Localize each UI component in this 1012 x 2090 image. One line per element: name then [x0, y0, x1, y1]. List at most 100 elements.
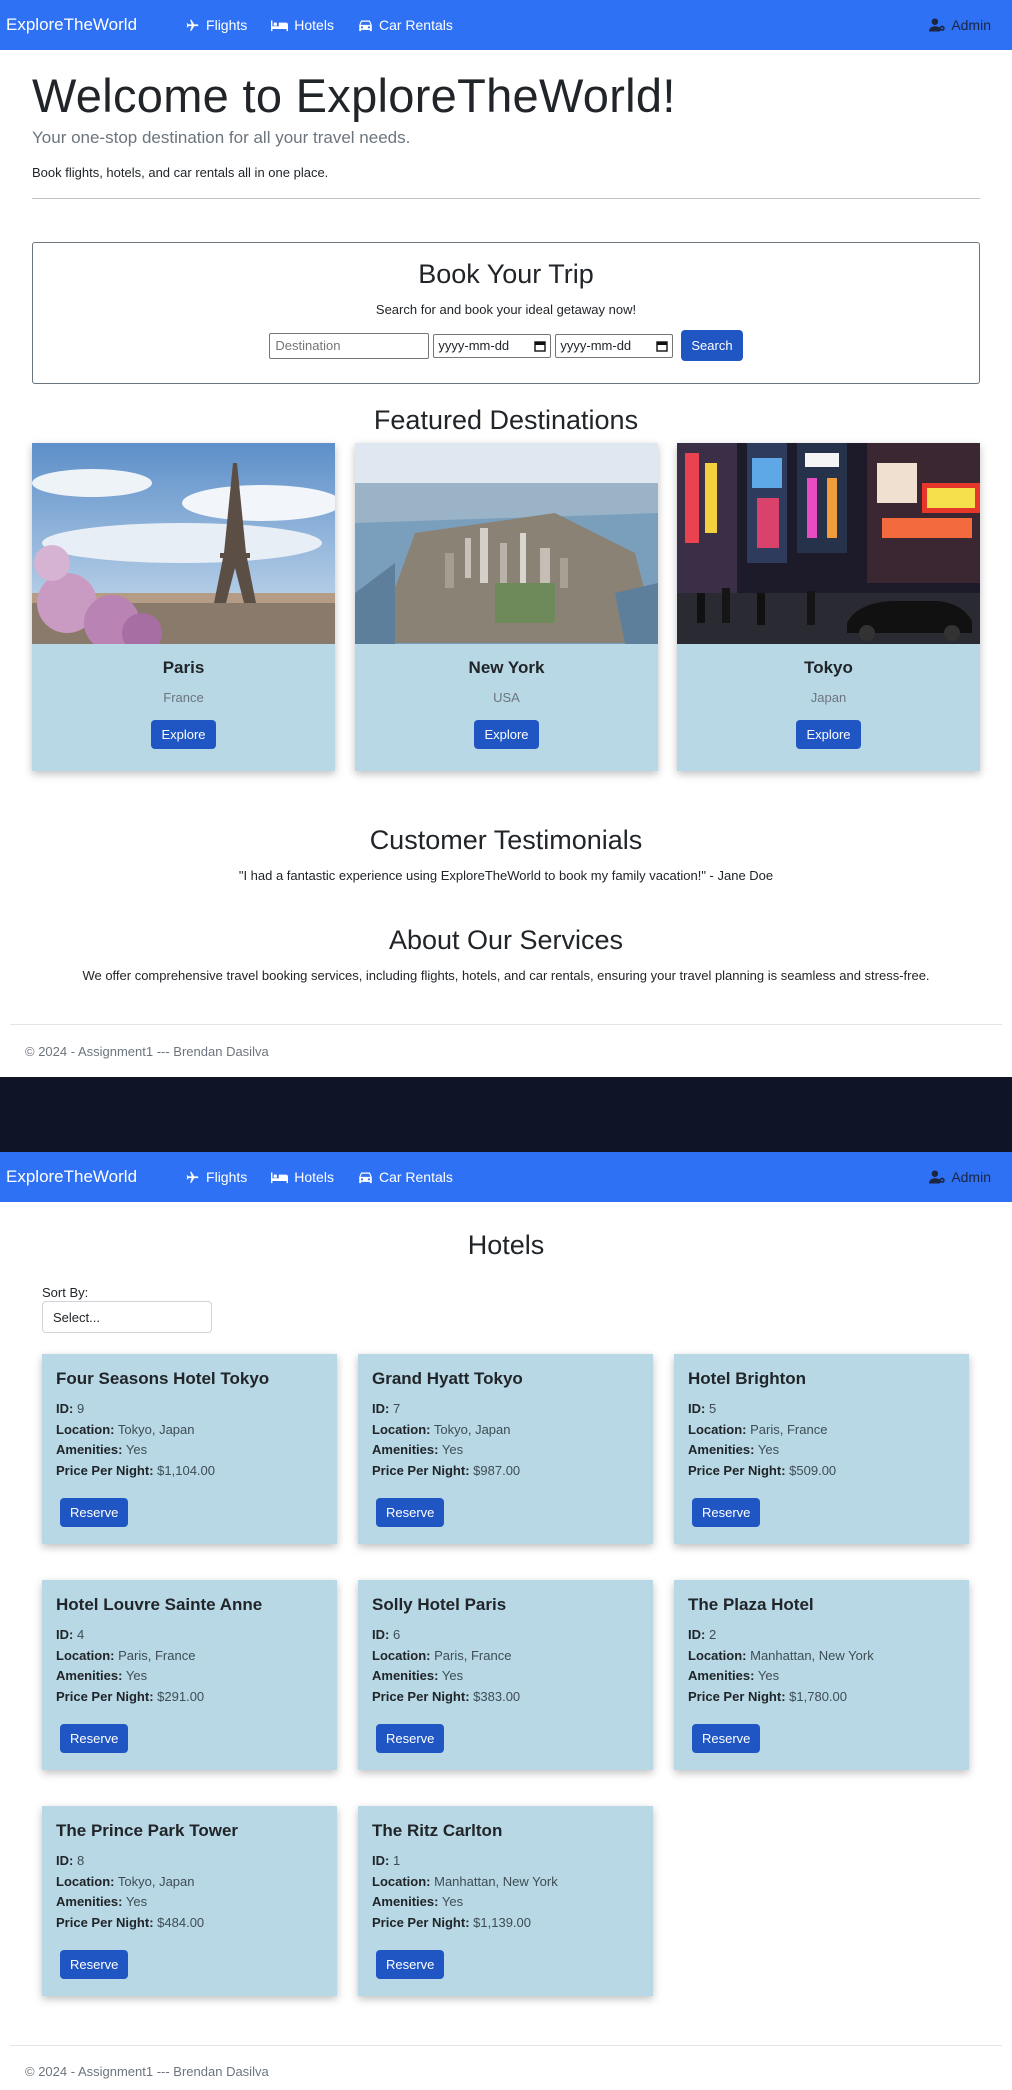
hotel-location: Tokyo, Japan — [117, 1873, 195, 1889]
hotel-amenities-label: Amenities: — [372, 1668, 439, 1683]
explore-button[interactable]: Explore — [474, 720, 539, 749]
hotel-name: Grand Hyatt Tokyo — [372, 1369, 523, 1388]
hotel-price-label: Price Per Night: — [688, 1462, 786, 1478]
hotel-id-row: ID: 6 — [372, 1625, 639, 1646]
hero-subtext: Book flights, hotels, and car rentals al… — [32, 165, 329, 180]
end-date-input[interactable]: yyyy-mm-dd — [555, 333, 674, 358]
bed-icon — [271, 1172, 289, 1183]
sort-label: Sort By: — [42, 1285, 89, 1300]
nav-car-rentals-label: Car Rentals — [378, 17, 453, 33]
hotel-location-label: Location: — [688, 1647, 747, 1663]
hotel-amenities-label: Amenities: — [56, 1668, 123, 1683]
featured-title: Featured Destinations — [373, 405, 639, 435]
explore-button[interactable]: Explore — [796, 720, 861, 749]
admin-label: Admin — [951, 1169, 991, 1185]
reserve-button[interactable]: Reserve — [60, 1950, 129, 1979]
hotel-name: The Ritz Carlton — [372, 1821, 503, 1840]
hotels-title: Hotels — [467, 1230, 545, 1260]
hotel-amenities: Yes — [441, 1668, 464, 1683]
start-date-input[interactable]: yyyy-mm-dd — [433, 333, 552, 358]
hotel-id-row: ID: 7 — [372, 1399, 639, 1420]
reserve-button[interactable]: Reserve — [376, 1950, 445, 1979]
hotel-amenities: Yes — [757, 1668, 780, 1683]
reserve-button[interactable]: Reserve — [60, 1498, 129, 1527]
search-button[interactable]: Search — [681, 330, 743, 361]
footer-divider — [10, 1024, 1002, 1025]
new-york-photo — [355, 443, 658, 644]
user-gear-icon — [929, 1170, 946, 1184]
hotel-id-label: ID: — [372, 1627, 390, 1642]
about-text: We offer comprehensive travel booking se… — [82, 968, 930, 983]
explore-button[interactable]: Explore — [151, 720, 216, 749]
nav-hotels-label: Hotels — [294, 17, 334, 33]
hotel-name: Hotel Louvre Sainte Anne — [56, 1595, 263, 1614]
hotel-id-row: ID: 9 — [56, 1399, 323, 1420]
hotel-location-row: Location: Tokyo, Japan — [372, 1420, 639, 1441]
reserve-button[interactable]: Reserve — [692, 1724, 761, 1753]
hotel-location: Tokyo, Japan — [117, 1421, 195, 1437]
hero-title: Welcome to ExploreTheWorld! — [32, 69, 676, 122]
hotel-id: 9 — [76, 1401, 85, 1416]
hotel-id: 6 — [392, 1627, 401, 1642]
admin-link[interactable]: Admin — [929, 17, 991, 33]
destination-country: France — [163, 690, 204, 705]
hotel-amenities: Yes — [441, 1442, 464, 1457]
hotel-price-row: Price Per Night: $1,104.00 — [56, 1461, 323, 1482]
hotel-price-row: Price Per Night: $383.00 — [372, 1687, 639, 1708]
nav-hotels[interactable]: Hotels — [271, 17, 334, 33]
hotel-location: Paris, France — [434, 1647, 512, 1663]
end-date-placeholder: yyyy-mm-dd — [560, 338, 632, 353]
hotel-price: $484.00 — [157, 1914, 205, 1930]
reserve-button[interactable]: Reserve — [376, 1498, 445, 1527]
hotel-price: $383.00 — [473, 1688, 521, 1704]
hotel-amenities: Yes — [125, 1894, 148, 1909]
hero-divider — [32, 198, 980, 199]
reserve-button[interactable]: Reserve — [376, 1724, 445, 1753]
brand-link[interactable]: ExploreTheWorld — [0, 15, 137, 35]
nav-car-rentals[interactable]: Car Rentals — [358, 17, 453, 33]
hotel-location-row: Location: Paris, France — [688, 1420, 955, 1441]
hotels-navbar: ExploreTheWorld Flights Hotels Car Renta… — [0, 1152, 1012, 1202]
hotel-id: 5 — [708, 1401, 717, 1416]
destination-card-paris: Paris France Explore — [32, 443, 335, 771]
hotel-id-row: ID: 1 — [372, 1851, 639, 1872]
hotel-location-label: Location: — [372, 1873, 431, 1889]
testimonial-quote: "I had a fantastic experience using Expl… — [238, 868, 774, 883]
hotel-card: The Plaza Hotel ID: 2 Location: Manhattan,… — [674, 1580, 969, 1770]
hotel-location-label: Location: — [56, 1647, 115, 1663]
footer-divider — [10, 2045, 1002, 2046]
admin-link[interactable]: Admin — [929, 1169, 991, 1185]
reserve-button[interactable]: Reserve — [60, 1724, 129, 1753]
hotel-amenities: Yes — [125, 1442, 148, 1457]
nav-hotels-label: Hotels — [294, 1169, 334, 1185]
nav-flights-label: Flights — [206, 17, 248, 33]
hotel-card: Solly Hotel Paris ID: 6 Location: Paris, F… — [358, 1580, 653, 1770]
hotel-location-label: Location: — [688, 1421, 747, 1437]
nav-flights[interactable]: Flights — [185, 17, 247, 33]
book-trip-title: Book Your Trip — [418, 259, 594, 289]
hero-lead: Your one-stop destination for all your t… — [32, 128, 411, 147]
start-date-placeholder: yyyy-mm-dd — [438, 338, 510, 353]
hotel-price-label: Price Per Night: — [56, 1914, 154, 1930]
search-form: yyyy-mm-dd yyyy-mm-dd Search — [33, 330, 979, 361]
hotel-location-row: Location: Paris, France — [372, 1646, 639, 1667]
hotel-amenities-label: Amenities: — [688, 1668, 755, 1683]
hotel-location-label: Location: — [56, 1873, 115, 1889]
hotel-price-row: Price Per Night: $291.00 — [56, 1687, 323, 1708]
hotel-amenities-row: Amenities: Yes — [56, 1666, 323, 1687]
tokyo-photo — [677, 443, 980, 644]
footer-text: © 2024 - Assignment1 --- Brendan Dasilva — [25, 2064, 269, 2079]
nav-hotels[interactable]: Hotels — [271, 1169, 334, 1185]
nav-car-rentals[interactable]: Car Rentals — [358, 1169, 453, 1185]
destination-input[interactable] — [269, 332, 430, 359]
brand-link[interactable]: ExploreTheWorld — [0, 1167, 137, 1187]
nav-flights[interactable]: Flights — [185, 1169, 247, 1185]
reserve-button[interactable]: Reserve — [692, 1498, 761, 1527]
hotel-location: Paris, France — [118, 1647, 196, 1663]
hotel-amenities-row: Amenities: Yes — [56, 1892, 323, 1913]
hotel-id-row: ID: 8 — [56, 1851, 323, 1872]
hotel-price-label: Price Per Night: — [688, 1688, 786, 1704]
sort-select[interactable]: Select... — [42, 1301, 212, 1333]
hotel-price-label: Price Per Night: — [372, 1462, 470, 1478]
hotel-id-label: ID: — [688, 1401, 706, 1416]
